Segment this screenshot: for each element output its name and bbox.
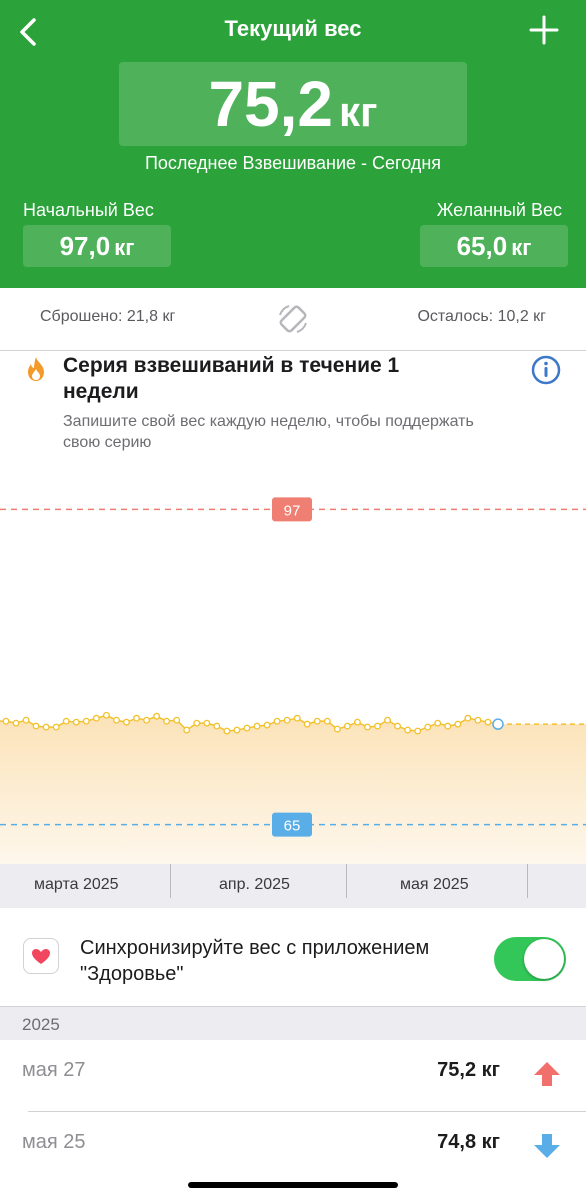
weight-point [343, 722, 351, 730]
weight-header: Текущий вес 75,2 кг Последнее Взвешивание… [0, 0, 586, 288]
year-header: 2025 [0, 1007, 586, 1040]
goal-weight-label: Желанный Вес [436, 200, 562, 220]
history-row[interactable]: мая 27 75,2 кг [0, 1040, 586, 1112]
weight-point [143, 716, 151, 724]
weight-point [293, 714, 301, 722]
weight-point [313, 717, 321, 725]
weight-point [474, 716, 482, 724]
weight-point [364, 723, 371, 731]
weight-point [112, 716, 120, 724]
start-weight-badge-label: 97 [284, 502, 301, 519]
x-tick-label: мая 2025 [400, 876, 469, 893]
weight-point [92, 714, 100, 722]
weight-point [163, 717, 171, 725]
current-weight-box: 75,2 кг [119, 62, 467, 146]
entry-weight: 74,8 кг [437, 1131, 500, 1153]
goal-weight-badge-label: 65 [284, 818, 301, 835]
lost-weight-text: Сброшено: 21,8 кг [40, 308, 176, 325]
weight-point [464, 714, 472, 722]
goal-weight-unit: кг [511, 235, 532, 260]
add-weight-plus-icon[interactable] [528, 14, 560, 46]
arrow-up-icon [534, 1062, 560, 1086]
weight-point [52, 723, 60, 731]
info-icon[interactable] [531, 355, 561, 385]
weight-point [193, 719, 201, 727]
weight-point [203, 719, 211, 727]
weight-point [72, 718, 80, 726]
weight-point [333, 725, 341, 733]
weight-point [82, 717, 90, 725]
rotate-screen-icon[interactable] [276, 302, 310, 336]
weight-point [404, 726, 412, 734]
page-title: Текущий вес [224, 16, 362, 41]
weight-point [123, 718, 130, 726]
weight-point [303, 720, 311, 728]
axis-separator [170, 864, 171, 898]
toggle-knob [524, 939, 564, 979]
weight-point [434, 719, 442, 727]
current-weight-point [492, 718, 504, 730]
history-row[interactable]: мая 25 74,8 кг [0, 1112, 586, 1184]
weight-point [484, 718, 492, 726]
weight-point [424, 723, 432, 731]
entry-date: мая 27 [22, 1059, 86, 1081]
weight-point [233, 726, 241, 734]
current-weight-value: 75,2 [208, 68, 334, 140]
weight-point [223, 727, 231, 735]
weight-point [283, 716, 291, 724]
axis-separator [527, 864, 528, 898]
goal-weight-value: 65,0 [456, 231, 508, 261]
start-weight-box[interactable]: 97,0 кг [23, 225, 171, 267]
weight-point [323, 717, 331, 725]
weight-point [133, 714, 140, 722]
x-tick-label: апр. 2025 [219, 876, 290, 893]
weight-point [62, 717, 70, 725]
weight-point [444, 722, 452, 730]
entry-weight: 75,2 кг [437, 1059, 500, 1081]
weight-point [2, 717, 10, 725]
weight-point [374, 722, 381, 730]
weight-point [213, 722, 221, 730]
start-weight-unit: кг [114, 235, 135, 260]
year-label: 2025 [22, 1015, 60, 1034]
health-sync-toggle[interactable] [494, 937, 566, 981]
goal-weight-box[interactable]: 65,0 кг [420, 225, 568, 267]
flame-icon [28, 357, 44, 381]
weight-point [414, 727, 422, 735]
arrow-down-icon [534, 1134, 560, 1158]
streak-title: Серия взвешиваний в течение 1 недели [63, 354, 400, 403]
x-tick-label: марта 2025 [34, 876, 119, 893]
weight-point [32, 722, 40, 730]
axis-separator [346, 864, 347, 898]
start-weight-label: Начальный Вес [23, 200, 154, 220]
weight-point [243, 724, 251, 732]
last-weighing-text: Последнее Взвешивание - Сегодня [144, 153, 441, 173]
weight-point [183, 726, 191, 734]
start-weight-value: 97,0 [59, 231, 111, 261]
weight-point [102, 711, 110, 719]
health-app-icon [23, 938, 59, 974]
weight-chart[interactable]: 97 65 [0, 470, 586, 868]
entry-date: мая 25 [22, 1131, 86, 1153]
chart-area-fill [0, 715, 586, 864]
weight-point [273, 717, 281, 725]
remaining-weight-text: Осталось: 10,2 кг [417, 308, 546, 325]
weight-point [22, 716, 30, 724]
weight-point [263, 721, 271, 729]
current-weight-unit: кг [339, 88, 378, 135]
weight-point [42, 723, 50, 731]
weight-point [454, 720, 462, 728]
weight-point [12, 719, 20, 727]
health-sync-text: Синхронизируйте вес с приложением "Здоро… [80, 937, 430, 985]
weight-point [153, 712, 161, 720]
heart-icon [32, 949, 50, 964]
weight-point [384, 716, 392, 724]
weight-point [394, 722, 402, 730]
weight-point [173, 716, 181, 724]
streak-subtitle: Запишите свой вес каждую неделю, чтобы п… [63, 413, 474, 451]
weight-point [253, 722, 261, 730]
weight-point [353, 718, 361, 726]
home-indicator [188, 1182, 398, 1188]
